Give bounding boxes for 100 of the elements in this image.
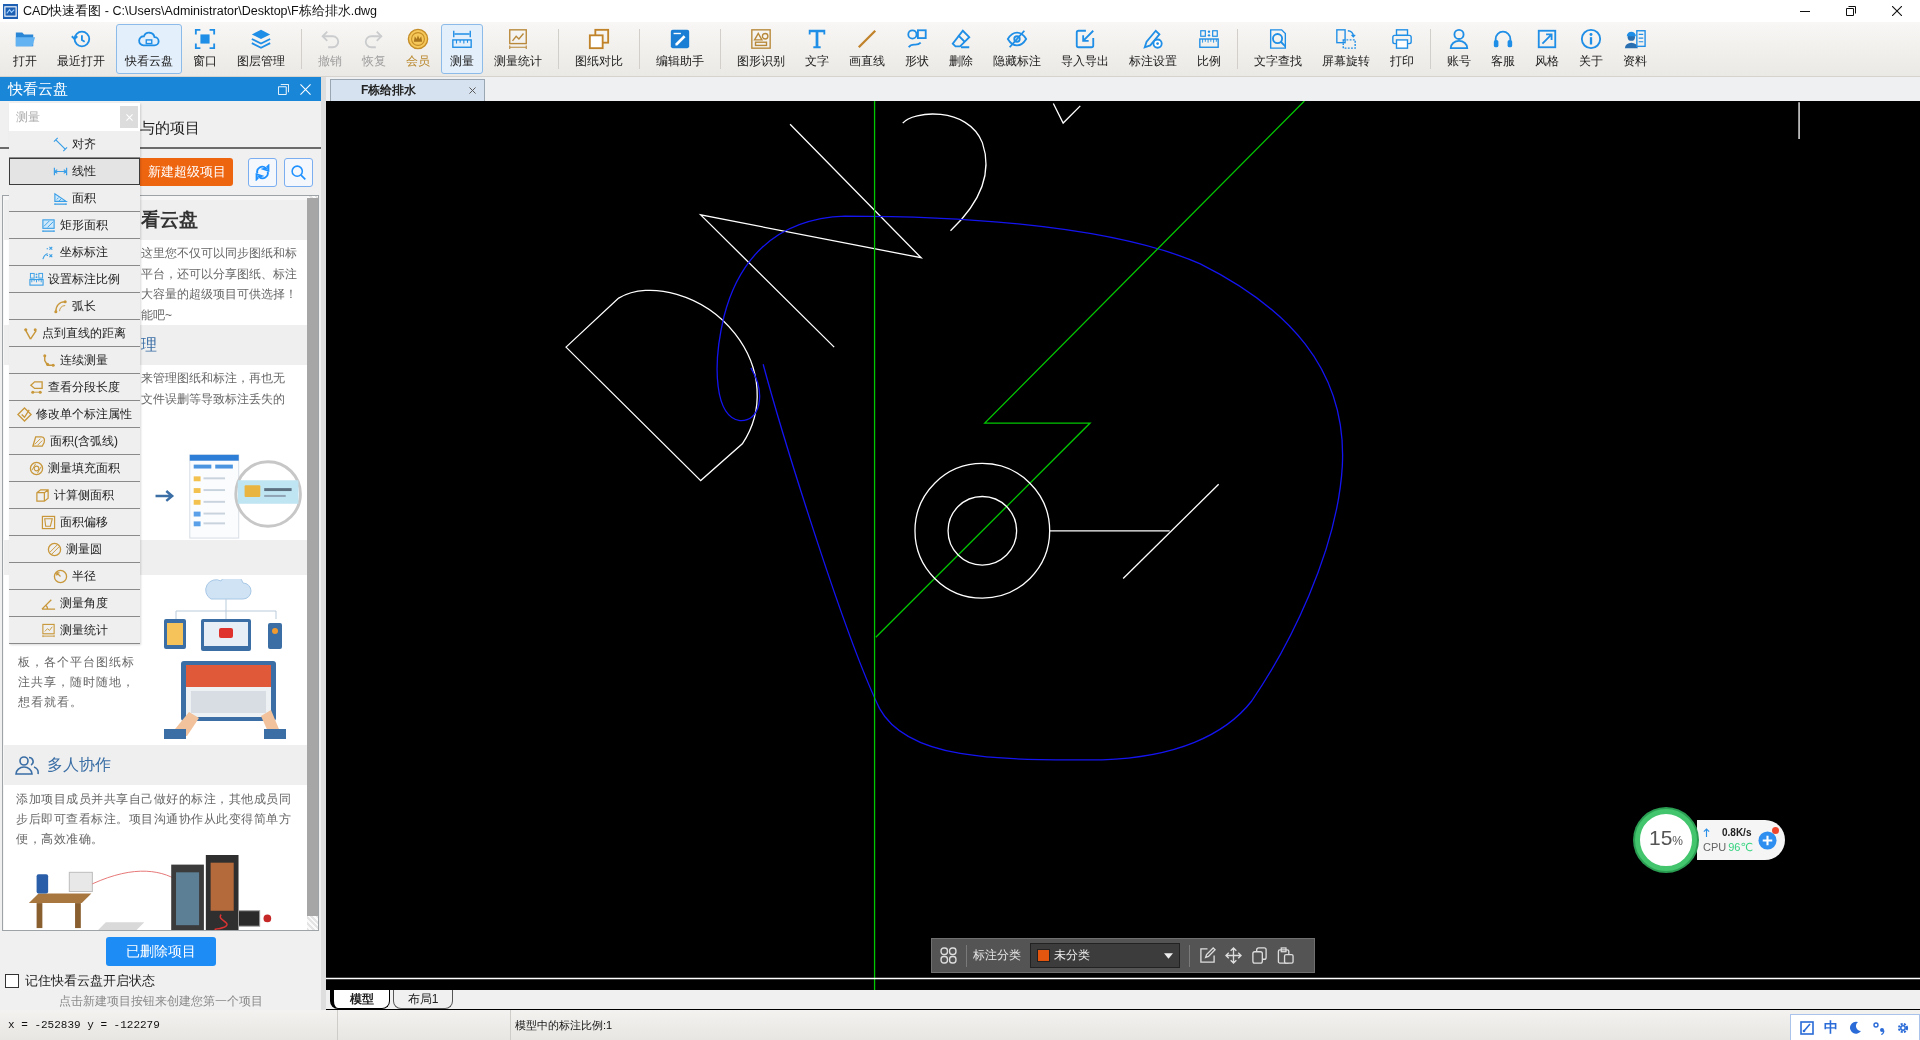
menu-item[interactable]: 查看分段长度 (9, 374, 140, 401)
app-logo-icon (3, 3, 18, 19)
aligned-dimension-icon (53, 136, 68, 152)
search-button[interactable] (284, 157, 313, 187)
redo-icon (363, 28, 385, 50)
offset-frame-icon (41, 514, 56, 530)
measure-stats-button[interactable]: 测量统计 (485, 24, 551, 74)
annotation-settings-button[interactable]: 标注设置 (1120, 24, 1186, 74)
menu-item[interactable]: 对齐 (9, 131, 140, 158)
drawing-canvas[interactable]: 标注分类 未分类 15% 0.8K/s CPU 96℃ (326, 101, 1920, 990)
projects-tab[interactable]: 与的项目 (140, 110, 200, 138)
close-icon (299, 83, 311, 95)
menu-item[interactable]: 半径 (9, 563, 140, 590)
headset-icon (1492, 28, 1514, 50)
menu-item[interactable]: 坐标标注 (9, 239, 140, 266)
category-label: 标注分类 (973, 947, 1021, 964)
menu-item[interactable]: 测量填充面积 (9, 455, 140, 482)
menu-item[interactable]: 连续测量 (9, 347, 140, 374)
settings-gear-icon[interactable] (1896, 1020, 1910, 1035)
account-button[interactable]: 账号 (1438, 24, 1480, 74)
checkbox-label: 记住快看云盘开启状态 (25, 972, 155, 990)
speed-widget[interactable]: 0.8K/s CPU 96℃ (1697, 820, 1785, 860)
layout-tab[interactable]: 模型 (330, 990, 390, 1009)
hide-annotation-button[interactable]: 隐藏标注 (984, 24, 1050, 74)
scrollbar[interactable] (307, 198, 318, 916)
layers-button[interactable]: 图层管理 (228, 24, 294, 74)
sync-button[interactable] (248, 157, 277, 187)
plus-icon[interactable] (1757, 830, 1777, 850)
menu-item[interactable]: 面积(含弧线) (9, 428, 140, 455)
recent-button[interactable]: 最近打开 (48, 24, 114, 74)
line-icon (856, 28, 878, 50)
close-icon[interactable] (469, 87, 476, 94)
cloud-button[interactable]: 快看云盘 (116, 24, 182, 74)
menu-item[interactable]: 线性 (9, 158, 140, 185)
frame-icon (194, 28, 216, 50)
hatched-ring-icon (29, 460, 44, 476)
pen-square-icon[interactable] (1800, 1020, 1814, 1035)
menu-item[interactable]: 面积 (9, 185, 140, 212)
description-line: 大容量的超级项目可供选择！ (141, 286, 297, 303)
description-line: 来管理图纸和标注，再也无 (141, 370, 285, 387)
menu-item[interactable]: 矩形面积 (9, 212, 140, 239)
find-text-button[interactable]: 文字查找 (1245, 24, 1311, 74)
edit-icon[interactable] (1199, 947, 1216, 964)
about-button[interactable]: 关于 (1570, 24, 1612, 74)
paste-icon[interactable] (1277, 947, 1294, 964)
delete-button[interactable]: 删除 (940, 24, 982, 74)
restore-icon (277, 83, 289, 95)
shape-button[interactable]: 形状 (896, 24, 938, 74)
measure-button[interactable]: 测量 (441, 24, 483, 74)
category-dropdown[interactable]: 未分类 (1030, 943, 1180, 968)
diamond-check-icon (17, 406, 32, 422)
section-heading: 理 (141, 334, 157, 355)
close-icon (1892, 6, 1902, 16)
move-icon[interactable] (1225, 947, 1242, 964)
restore-icon (1846, 6, 1856, 16)
segment-icon (29, 379, 44, 395)
hint-text: 点击新建项目按钮来创建您第一个项目 (58, 993, 263, 1010)
ruler-icon (1198, 28, 1220, 50)
scale-button[interactable]: 比例 (1188, 24, 1230, 74)
menu-item[interactable]: 修改单个标注属性 (9, 401, 140, 428)
support-button[interactable]: 客服 (1482, 24, 1524, 74)
menu-item[interactable]: 弧长 (9, 293, 140, 320)
print-button[interactable]: 打印 (1381, 24, 1423, 74)
menu-item[interactable]: 测量角度 (9, 590, 140, 617)
import-export-button[interactable]: 导入导出 (1052, 24, 1118, 74)
layout-tab[interactable]: 布局1 (393, 990, 453, 1009)
polyline-icon (41, 352, 56, 368)
people-icon (15, 755, 39, 775)
load-value: 15 (1649, 826, 1673, 850)
menu-item[interactable]: 面积偏移 (9, 509, 140, 536)
menu-item[interactable]: 设置标注比例 (9, 266, 140, 293)
window-button[interactable]: 窗口 (184, 24, 226, 74)
description-text: 添加项目成员并共享自己做好的标注，其他成员同步后即可查看标注。项目沟通协作从此变得简单方便，高效准确。 (16, 791, 292, 848)
grid-icon[interactable] (940, 947, 957, 964)
resources-button[interactable]: 资料 (1614, 24, 1656, 74)
style-button[interactable]: 风格 (1526, 24, 1568, 74)
open-button[interactable]: 打开 (4, 24, 46, 74)
rotate-screen-button[interactable]: 屏幕旋转 (1313, 24, 1379, 74)
remember-checkbox[interactable] (5, 974, 19, 988)
info-icon (1580, 28, 1602, 50)
copy-icon[interactable] (1251, 947, 1268, 964)
moon-icon[interactable] (1848, 1020, 1862, 1035)
draw-line-button[interactable]: 画直线 (840, 24, 894, 74)
description-line: 这里您不仅可以同步图纸和标 (141, 245, 297, 262)
load-gauge[interactable]: 15% (1635, 809, 1697, 871)
worker-icon (1624, 28, 1646, 50)
chart-icon (41, 622, 56, 638)
menu-item[interactable]: 测量圆 (9, 536, 140, 563)
menu-title: 测量 (16, 108, 40, 126)
menu-item[interactable]: 点到直线的距离 (9, 320, 140, 347)
shape-recognition-button[interactable]: 图形识别 (728, 24, 794, 74)
text-button[interactable]: 文字 (796, 24, 838, 74)
input-mode[interactable]: 中 (1824, 1018, 1838, 1037)
caret-icon (1164, 952, 1173, 959)
compare-button[interactable]: 图纸对比 (566, 24, 632, 74)
menu-item[interactable]: 计算侧面积 (9, 482, 140, 509)
menu-item[interactable]: 测量统计 (9, 617, 140, 644)
document-tab[interactable]: F栋给排水 (330, 79, 485, 101)
punctuation-icon[interactable] (1872, 1020, 1886, 1035)
edit-helper-button[interactable]: 编辑助手 (647, 24, 713, 74)
